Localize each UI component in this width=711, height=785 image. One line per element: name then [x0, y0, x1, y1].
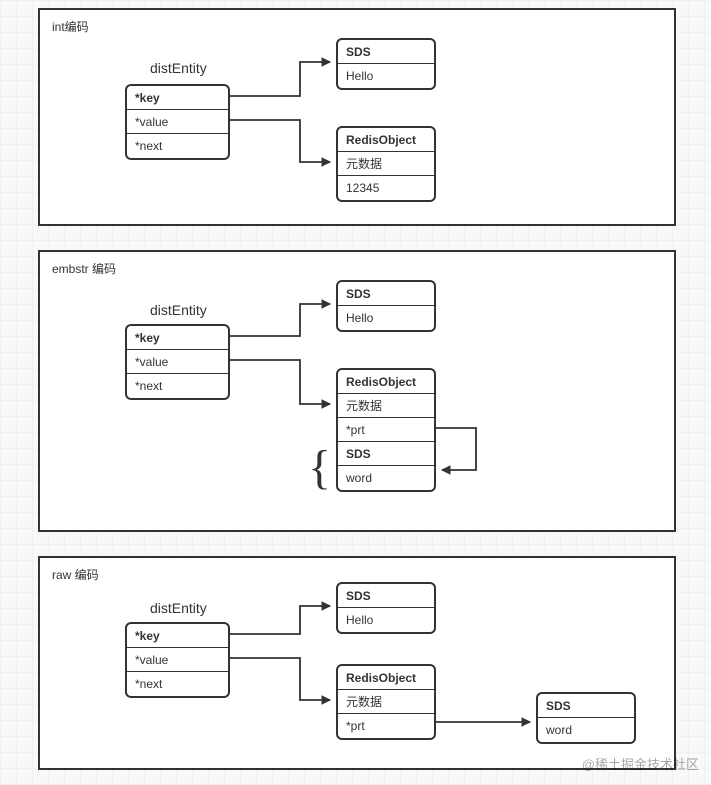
redisobj-ptr-3: *prt — [338, 714, 434, 738]
redisobj-meta-1: 元数据 — [338, 152, 434, 176]
arrow-value-redisobj-2 — [230, 352, 340, 412]
sds-word-box-3: SDS word — [536, 692, 636, 744]
entity-box-3: *key *value *next — [125, 622, 230, 698]
entity-title-3: distEntity — [150, 600, 207, 616]
redisobj-header-1: RedisObject — [338, 128, 434, 152]
arrow-ptr-sds-3 — [436, 714, 540, 730]
sds-box-2: SDS Hello — [336, 280, 436, 332]
panel-int-label: int编码 — [52, 18, 89, 35]
arrow-ptr-sds-2 — [436, 420, 496, 480]
watermark: @稀土掘金技术社区 — [582, 754, 699, 773]
redisobj-box-2: RedisObject 元数据 *prt SDS word — [336, 368, 436, 492]
entity-value-1: *value — [127, 110, 228, 134]
sds-header-3: SDS — [338, 584, 434, 608]
embed-sds-word-2: word — [338, 466, 434, 490]
brace-icon: { — [308, 440, 331, 495]
entity-title-2: distEntity — [150, 302, 207, 318]
sds-header-2: SDS — [338, 282, 434, 306]
redisobj-int-1: 12345 — [338, 176, 434, 200]
entity-next-1: *next — [127, 134, 228, 158]
entity-key-2: *key — [127, 326, 228, 350]
panel-raw: raw 编码 distEntity *key *value *next SDS … — [38, 556, 676, 770]
arrow-value-redisobj-3 — [230, 650, 340, 710]
sds-word-3: word — [538, 718, 634, 742]
sds-header-1: SDS — [338, 40, 434, 64]
entity-value-3: *value — [127, 648, 228, 672]
entity-next-2: *next — [127, 374, 228, 398]
entity-title-1: distEntity — [150, 60, 207, 76]
embed-sds-header-2: SDS — [338, 442, 434, 466]
arrow-key-sds-3 — [230, 584, 340, 644]
arrow-value-redisobj-1 — [230, 110, 340, 170]
entity-key-3: *key — [127, 624, 228, 648]
sds-word-header-3: SDS — [538, 694, 634, 718]
redisobj-box-1: RedisObject 元数据 12345 — [336, 126, 436, 202]
panel-int: int编码 distEntity *key *value *next SDS H… — [38, 8, 676, 226]
sds-hello-3: Hello — [338, 608, 434, 632]
sds-hello-1: Hello — [338, 64, 434, 88]
arrow-key-sds-1 — [230, 40, 340, 110]
redisobj-header-2: RedisObject — [338, 370, 434, 394]
entity-value-2: *value — [127, 350, 228, 374]
entity-key-1: *key — [127, 86, 228, 110]
redisobj-box-3: RedisObject 元数据 *prt — [336, 664, 436, 740]
sds-box-1: SDS Hello — [336, 38, 436, 90]
entity-box-1: *key *value *next — [125, 84, 230, 160]
redisobj-header-3: RedisObject — [338, 666, 434, 690]
redisobj-meta-2: 元数据 — [338, 394, 434, 418]
entity-next-3: *next — [127, 672, 228, 696]
redisobj-meta-3: 元数据 — [338, 690, 434, 714]
panel-raw-label: raw 编码 — [52, 566, 99, 583]
sds-box-3: SDS Hello — [336, 582, 436, 634]
sds-hello-2: Hello — [338, 306, 434, 330]
entity-box-2: *key *value *next — [125, 324, 230, 400]
arrow-key-sds-2 — [230, 282, 340, 352]
panel-embstr: embstr 编码 distEntity *key *value *next S… — [38, 250, 676, 532]
redisobj-ptr-2: *prt — [338, 418, 434, 442]
panel-embstr-label: embstr 编码 — [52, 260, 116, 277]
